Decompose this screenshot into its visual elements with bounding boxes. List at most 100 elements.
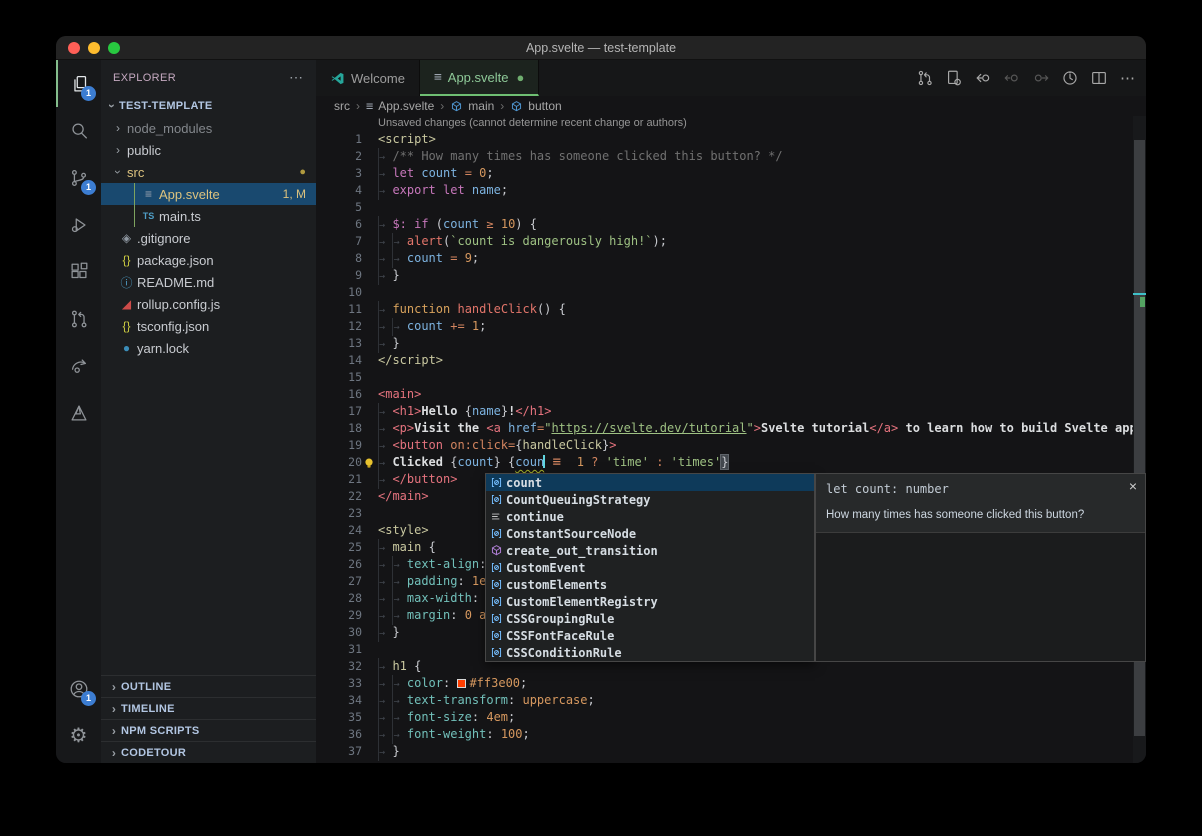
suggestion-item-create_out_transition[interactable]: create_out_transition (486, 542, 814, 559)
code-line-9[interactable]: 9→} (316, 267, 1133, 284)
sidebar-section-outline[interactable]: ›OUTLINE (101, 675, 316, 697)
code-line-13[interactable]: 13→} (316, 335, 1133, 352)
suggestion-item-continue[interactable]: continue (486, 508, 814, 525)
tab-app-svelte[interactable]: ≡ App.svelte ● (420, 60, 539, 96)
code-line-18[interactable]: 18→<p>Visit the <a href="https://svelte.… (316, 420, 1133, 437)
gutter-decoration (362, 437, 378, 454)
code-line-34[interactable]: 34→→text-transform: uppercase; (316, 692, 1133, 709)
search-activity-button[interactable] (56, 107, 101, 154)
file-tree-item-public[interactable]: ›public (101, 139, 316, 161)
file-tree-item-readme-md[interactable]: ⓘREADME.md (101, 271, 316, 293)
accounts-button[interactable]: 1 (56, 665, 101, 712)
code-line-12[interactable]: 12→→count += 1; (316, 318, 1133, 335)
previous-change-icon[interactable] (1002, 68, 1022, 88)
code-token: margin (407, 608, 450, 622)
live-share-icon (68, 355, 90, 377)
code-token: Svelte tutorial (761, 421, 869, 435)
code-editor[interactable]: Unsaved changes (cannot determine recent… (316, 116, 1133, 763)
azure-activity-button[interactable] (56, 389, 101, 436)
source-control-activity-button[interactable]: 1 (56, 154, 101, 201)
file-tree-item-src[interactable]: ›src● (101, 161, 316, 183)
code-line-10[interactable]: 10 (316, 284, 1133, 301)
code-token: 4em (486, 710, 508, 724)
suggestion-item-count[interactable]: count (486, 474, 814, 491)
code-line-6[interactable]: 6→$: if (count ≥ 10) { (316, 216, 1133, 233)
next-change-icon[interactable] (1031, 68, 1051, 88)
file-tree-item-yarn-lock[interactable]: ●yarn.lock (101, 337, 316, 359)
code-line-16[interactable]: 16<main> (316, 386, 1133, 403)
file-tree-item-app-svelte[interactable]: ≡App.svelte1, M (101, 183, 316, 205)
breadcrumb-item-button[interactable]: button (528, 99, 561, 113)
code-line-36[interactable]: 36→→font-weight: 100; (316, 726, 1133, 743)
svelte-file-icon: ≡ (366, 99, 373, 113)
suggestion-item-CustomEvent[interactable]: CustomEvent (486, 559, 814, 576)
timeline-icon[interactable] (1060, 68, 1080, 88)
tab-welcome[interactable]: Welcome (316, 60, 420, 96)
suggestion-item-ConstantSourceNode[interactable]: ConstantSourceNode (486, 525, 814, 542)
sidebar-section-codetour[interactable]: ›CODETOUR (101, 741, 316, 763)
file-tree-item-package-json[interactable]: {}package.json (101, 249, 316, 271)
line-number: 37 (316, 743, 362, 760)
code-line-15[interactable]: 15 (316, 369, 1133, 386)
code-line-5[interactable]: 5 (316, 199, 1133, 216)
code-line-19[interactable]: 19→<button on:click={handleClick}> (316, 437, 1133, 454)
project-root-row[interactable]: › TEST-TEMPLATE (101, 95, 316, 117)
run-debug-activity-button[interactable] (56, 201, 101, 248)
code-line-35[interactable]: 35→→font-size: 4em; (316, 709, 1133, 726)
indent-guide: → (378, 318, 392, 336)
code-line-11[interactable]: 11→function handleClick() { (316, 301, 1133, 318)
file-tree-item-tsconfig-json[interactable]: {}tsconfig.json (101, 315, 316, 337)
sidebar-section-npm-scripts[interactable]: ›NPM SCRIPTS (101, 719, 316, 741)
code-line-3[interactable]: 3→let count = 0; (316, 165, 1133, 182)
code-line-8[interactable]: 8→→count = 9; (316, 250, 1133, 267)
code-line-7[interactable]: 7→→alert(`count is dangerously high!`); (316, 233, 1133, 250)
code-token: text-align (407, 557, 479, 571)
code-token: > (754, 421, 761, 435)
git-graph-icon[interactable] (915, 68, 935, 88)
breadcrumb-item-main[interactable]: main (468, 99, 494, 113)
suggestion-item-customElements[interactable]: customElements (486, 576, 814, 593)
code-line-14[interactable]: 14</script> (316, 352, 1133, 369)
close-icon[interactable]: × (1129, 478, 1137, 494)
code-token: count (457, 455, 493, 469)
code-token: } (494, 455, 508, 469)
line-number: 13 (316, 335, 362, 352)
suggestion-item-CustomElementRegistry[interactable]: CustomElementRegistry (486, 593, 814, 610)
braces-file-icon: {} (118, 319, 135, 333)
more-actions-icon[interactable]: ⋯ (1118, 68, 1138, 88)
navigate-back-icon[interactable] (973, 68, 993, 88)
code-line-37[interactable]: 37→} (316, 743, 1133, 760)
extensions-activity-button[interactable] (56, 248, 101, 295)
sidebar-section-timeline[interactable]: ›TIMELINE (101, 697, 316, 719)
live-share-activity-button[interactable] (56, 342, 101, 389)
indent-guide: → (392, 726, 406, 744)
file-tree-item-main-ts[interactable]: TSmain.ts (101, 205, 316, 227)
breadcrumb-item-file[interactable]: App.svelte (378, 99, 434, 113)
indent-guide: → (378, 692, 392, 710)
explorer-activity-button[interactable]: 1 (56, 60, 101, 107)
open-changes-icon[interactable] (944, 68, 964, 88)
code-line-1[interactable]: 1<script> (316, 131, 1133, 148)
code-line-20[interactable]: 20→Clicked {count} {coun≡ 1 ? 'time' : '… (316, 454, 1133, 471)
editor-scrollbar[interactable] (1133, 116, 1146, 763)
code-token: count (443, 217, 486, 231)
file-tree-item-rollup-config-js[interactable]: ◢rollup.config.js (101, 293, 316, 315)
settings-button[interactable]: ⚙ (56, 712, 101, 759)
git-status-badge: 1, M (283, 187, 306, 201)
breadcrumb-item-src[interactable]: src (334, 99, 350, 113)
split-editor-icon[interactable] (1089, 68, 1109, 88)
file-tree-item-node-modules[interactable]: ›node_modules (101, 117, 316, 139)
file-tree-item--gitignore[interactable]: ◈.gitignore (101, 227, 316, 249)
code-line-4[interactable]: 4→export let name; (316, 182, 1133, 199)
lightbulb-icon[interactable] (362, 454, 378, 471)
suggestion-item-CSSConditionRule[interactable]: CSSConditionRule (486, 644, 814, 661)
suggestion-item-CSSFontFaceRule[interactable]: CSSFontFaceRule (486, 627, 814, 644)
suggestion-item-CountQueuingStrategy[interactable]: CountQueuingStrategy (486, 491, 814, 508)
code-line-2[interactable]: 2→/** How many times has someone clicked… (316, 148, 1133, 165)
code-token: ; (588, 693, 595, 707)
explorer-more-actions-icon[interactable]: ⋯ (289, 69, 304, 86)
suggestion-item-CSSGroupingRule[interactable]: CSSGroupingRule (486, 610, 814, 627)
github-pr-activity-button[interactable] (56, 295, 101, 342)
code-line-17[interactable]: 17→<h1>Hello {name}!</h1> (316, 403, 1133, 420)
code-line-33[interactable]: 33→→color: #ff3e00; (316, 675, 1133, 692)
